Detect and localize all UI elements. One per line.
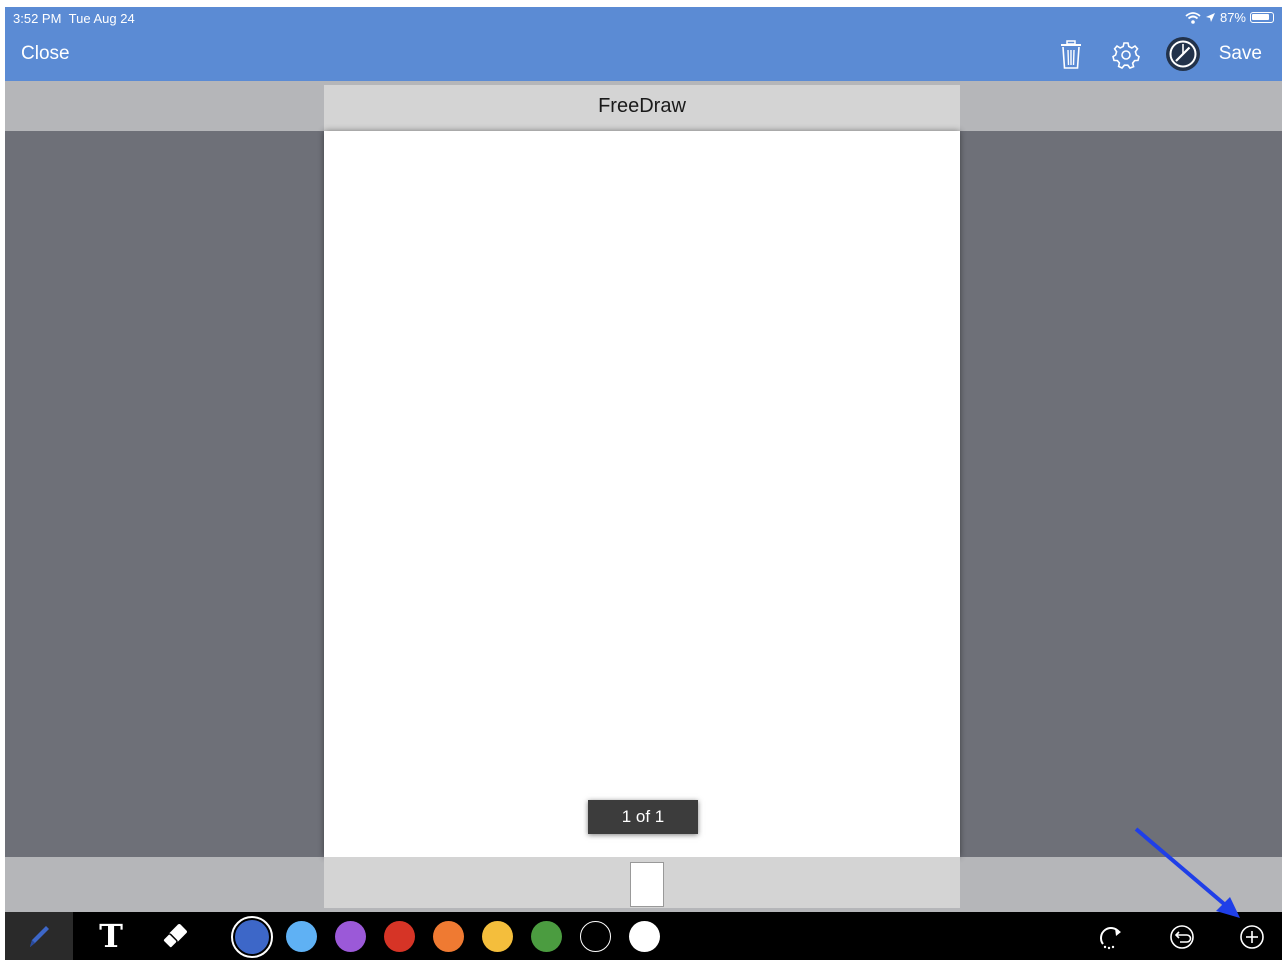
status-time: 3:52 PM Tue Aug 24 bbox=[13, 11, 135, 26]
trash-icon[interactable] bbox=[1055, 39, 1087, 71]
color-swatch-green[interactable] bbox=[531, 921, 562, 952]
page-thumbnail[interactable] bbox=[630, 862, 664, 907]
text-tool-icon[interactable]: T bbox=[91, 912, 131, 960]
battery-percent: 87% bbox=[1219, 10, 1246, 25]
add-page-icon[interactable] bbox=[1236, 921, 1268, 953]
close-button[interactable]: Close bbox=[21, 43, 70, 65]
status-bar: 3:52 PM Tue Aug 24 87% bbox=[5, 7, 1282, 31]
compass-icon[interactable] bbox=[1164, 35, 1202, 73]
nav-bar: Close Save bbox=[5, 31, 1282, 81]
drawing-canvas[interactable] bbox=[324, 131, 960, 857]
battery-icon bbox=[1250, 12, 1274, 23]
color-swatch-red[interactable] bbox=[384, 921, 415, 952]
status-right: 87% bbox=[1185, 10, 1274, 25]
eraser-icon[interactable] bbox=[153, 912, 197, 960]
status-time-text: 3:52 PM bbox=[13, 11, 62, 26]
color-swatch-purple[interactable] bbox=[335, 921, 366, 952]
redo-icon[interactable] bbox=[1096, 921, 1128, 953]
save-button[interactable]: Save bbox=[1219, 43, 1262, 65]
color-swatch-blue[interactable] bbox=[231, 916, 273, 958]
color-swatch-light-blue[interactable] bbox=[286, 921, 317, 952]
drawing-toolbar: T bbox=[5, 912, 1282, 960]
wifi-icon bbox=[1185, 11, 1201, 24]
page-indicator: 1 of 1 bbox=[588, 800, 698, 834]
color-swatch-blue-fill bbox=[235, 920, 269, 954]
color-swatch-black[interactable] bbox=[580, 921, 611, 952]
color-swatch-white[interactable] bbox=[629, 921, 660, 952]
gear-icon[interactable] bbox=[1110, 39, 1142, 71]
color-swatch-yellow[interactable] bbox=[482, 921, 513, 952]
page-thumbnail-strip bbox=[324, 857, 960, 908]
pen-icon[interactable] bbox=[5, 912, 73, 960]
location-icon bbox=[1205, 13, 1215, 22]
status-date-text: Tue Aug 24 bbox=[68, 11, 135, 26]
color-swatch-orange[interactable] bbox=[433, 921, 464, 952]
document-title: FreeDraw bbox=[324, 85, 960, 131]
undo-icon[interactable] bbox=[1166, 921, 1198, 953]
